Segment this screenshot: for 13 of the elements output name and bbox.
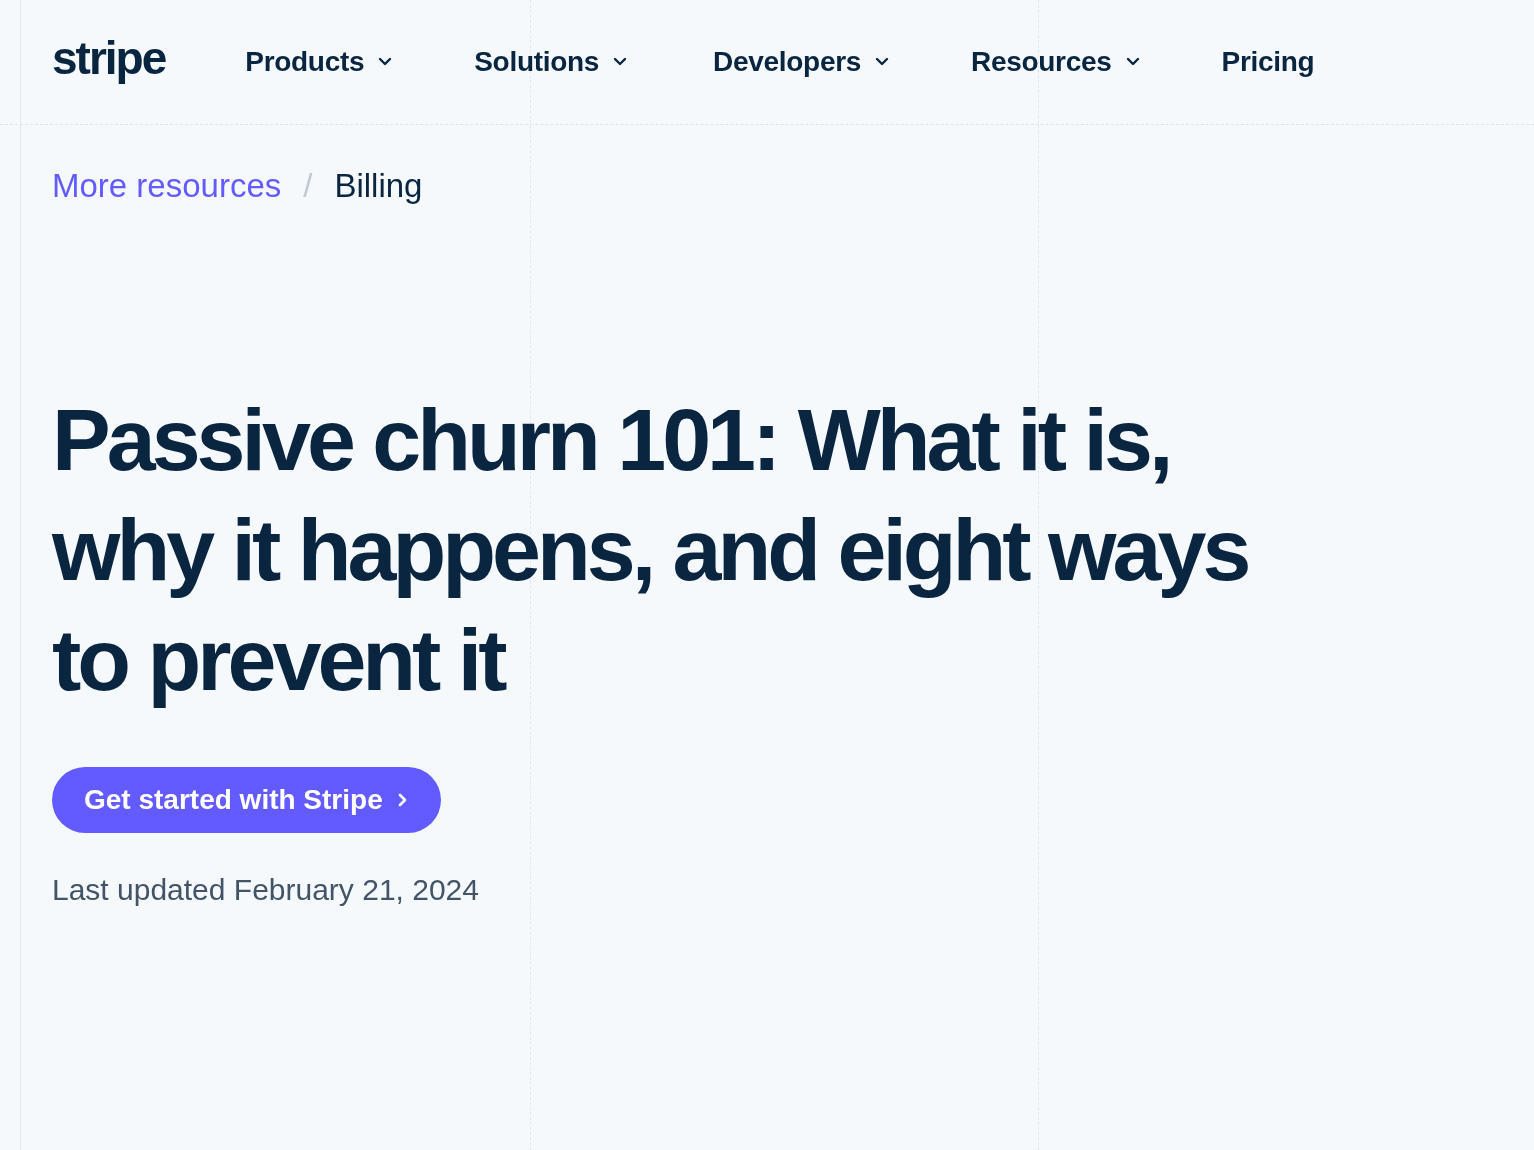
nav-link[interactable]: Resources [971,46,1140,78]
page-title: Passive churn 101: What it is, why it happens, and eight ways to prevent it [52,389,1249,711]
breadcrumb-separator: / [303,167,313,205]
breadcrumb-link[interactable]: More resources [52,167,282,205]
last-updated-text: Last updated February 21, 2024 [52,873,480,907]
nav-link[interactable]: Products [245,46,393,78]
breadcrumb-current: Billing [334,167,423,205]
chevron-right-icon [396,792,409,808]
logo[interactable]: stripe [52,31,166,85]
nav-link[interactable]: Solutions [474,46,628,78]
nav-link[interactable]: Pricing [1221,46,1315,78]
nav-link[interactable]: Developers [713,46,890,78]
get-started-button[interactable]: Get started with Stripe [52,767,441,833]
